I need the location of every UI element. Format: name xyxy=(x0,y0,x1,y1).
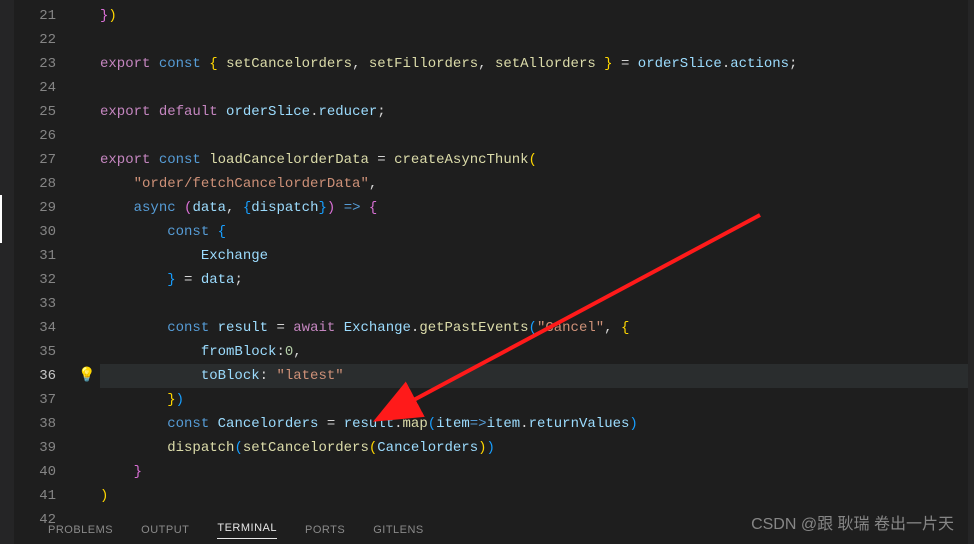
code-line-active: toBlock: "latest" xyxy=(100,364,974,388)
minimap-edge xyxy=(968,0,974,544)
code-line: } = data; xyxy=(100,268,974,292)
code-line: const result = await Exchange.getPastEve… xyxy=(100,316,974,340)
code-line: Exchange xyxy=(100,244,974,268)
panel-tab-problems[interactable]: PROBLEMS xyxy=(48,524,113,536)
line-number: 34 xyxy=(14,316,56,340)
line-number: 39 xyxy=(14,436,56,460)
activity-bar-selected-indicator xyxy=(0,195,2,243)
line-number: 37 xyxy=(14,388,56,412)
panel-tab-gitlens[interactable]: GITLENS xyxy=(373,524,424,536)
code-line: fromBlock:0, xyxy=(100,340,974,364)
code-line: export const loadCancelorderData = creat… xyxy=(100,148,974,172)
line-number: 40 xyxy=(14,460,56,484)
lightbulb-icon[interactable]: 💡 xyxy=(78,368,95,384)
code-line: export default orderSlice.reducer; xyxy=(100,100,974,124)
code-line xyxy=(100,76,974,100)
editor-area[interactable]: 21 22 23 24 25 26 27 28 29 30 31 32 33 3… xyxy=(14,0,974,516)
glyph-margin: 💡 xyxy=(74,4,100,516)
line-number: 38 xyxy=(14,412,56,436)
line-number: 31 xyxy=(14,244,56,268)
line-number: 24 xyxy=(14,76,56,100)
line-number: 32 xyxy=(14,268,56,292)
line-number-gutter[interactable]: 21 22 23 24 25 26 27 28 29 30 31 32 33 3… xyxy=(14,4,74,516)
code-line: dispatch(setCancelorders(Cancelorders)) xyxy=(100,436,974,460)
code-line: export const { setCancelorders, setFillo… xyxy=(100,52,974,76)
line-number: 23 xyxy=(14,52,56,76)
line-number: 41 xyxy=(14,484,56,508)
line-number: 36 xyxy=(14,364,56,388)
line-number: 22 xyxy=(14,28,56,52)
code-line: }) xyxy=(100,4,974,28)
line-number: 21 xyxy=(14,4,56,28)
code-line: }) xyxy=(100,388,974,412)
line-number: 35 xyxy=(14,340,56,364)
bottom-panel-tabs: PROBLEMS OUTPUT TERMINAL PORTS GITLENS xyxy=(0,516,974,544)
panel-tab-output[interactable]: OUTPUT xyxy=(141,524,189,536)
panel-tab-terminal[interactable]: TERMINAL xyxy=(217,522,277,539)
line-number: 26 xyxy=(14,124,56,148)
code-line xyxy=(100,292,974,316)
code-line: const { xyxy=(100,220,974,244)
code-line: const Cancelorders = result.map(item=>it… xyxy=(100,412,974,436)
line-number: 28 xyxy=(14,172,56,196)
line-number: 29 xyxy=(14,196,56,220)
code-line xyxy=(100,124,974,148)
activity-bar-edge xyxy=(0,0,14,544)
code-content[interactable]: }) export const { setCancelorders, setFi… xyxy=(100,4,974,516)
code-line xyxy=(100,28,974,52)
code-line: } xyxy=(100,460,974,484)
line-number: 27 xyxy=(14,148,56,172)
line-number: 30 xyxy=(14,220,56,244)
line-number: 33 xyxy=(14,292,56,316)
code-line: "order/fetchCancelorderData", xyxy=(100,172,974,196)
code-line: ) xyxy=(100,484,974,508)
code-line: async (data, {dispatch}) => { xyxy=(100,196,974,220)
line-number: 25 xyxy=(14,100,56,124)
panel-tab-ports[interactable]: PORTS xyxy=(305,524,345,536)
